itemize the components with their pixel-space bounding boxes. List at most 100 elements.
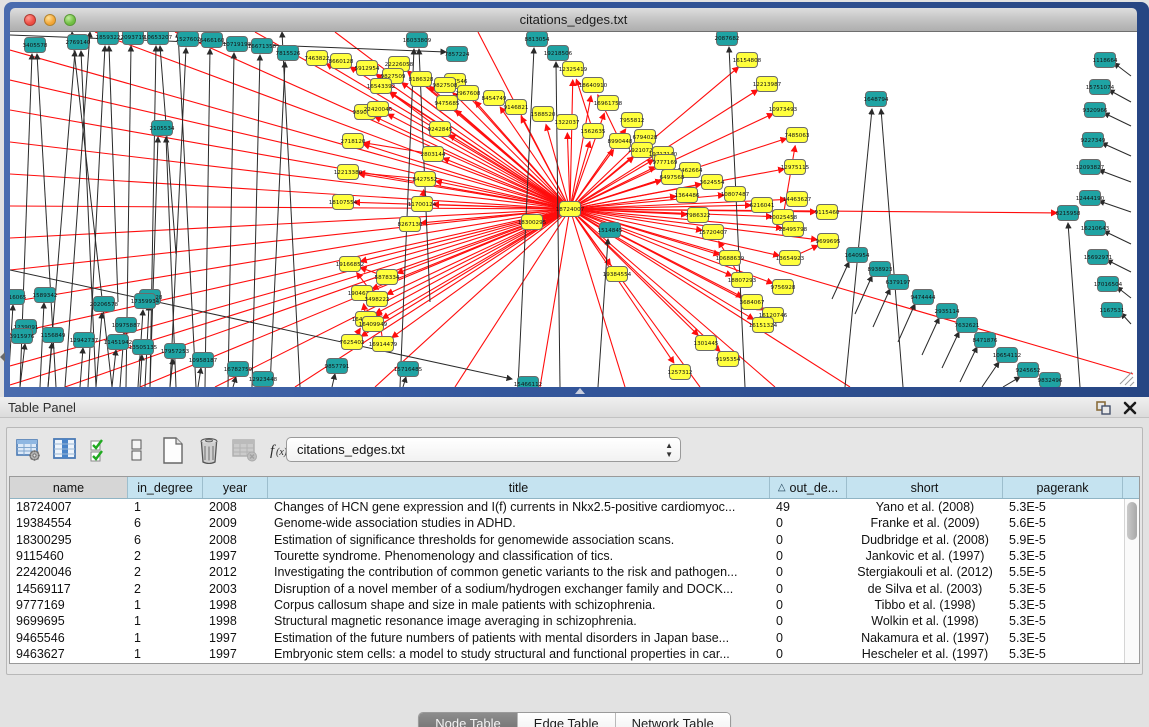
column-header-out_degree[interactable]: △out_de... [770, 477, 847, 498]
graph-node[interactable]: 10958187 [189, 353, 218, 368]
graph-node[interactable]: 12093827 [1076, 160, 1105, 175]
graph-node[interactable]: 1640954 [845, 248, 870, 263]
graph-node[interactable]: 6216041 [750, 198, 775, 213]
tab-edge-table[interactable]: Edge Table [518, 713, 616, 727]
table-row[interactable]: 2242004622012Investigating the contribut… [10, 564, 1124, 580]
graph-node[interactable]: 12923448 [249, 372, 278, 387]
tab-node-table[interactable]: Node Table [419, 713, 518, 727]
graph-node[interactable]: 9195354 [716, 352, 741, 367]
graph-node[interactable]: 16210643 [1081, 221, 1110, 236]
graph-node[interactable]: 9475685 [435, 96, 460, 111]
graph-node[interactable]: 10975887 [112, 318, 141, 333]
graph-node[interactable]: 15720407 [699, 225, 728, 240]
graph-node[interactable]: 9756928 [771, 280, 796, 295]
graph-node[interactable]: 17359934 [131, 294, 160, 309]
network-selector[interactable]: citations_edges.txt ▲▼ [286, 437, 681, 462]
graph-node[interactable]: 2087682 [715, 32, 740, 46]
column-header-pagerank[interactable]: pagerank [1003, 477, 1123, 498]
graph-node[interactable]: 13505135 [129, 340, 158, 355]
unselect-all-button[interactable] [123, 437, 150, 464]
graph-node[interactable]: 1167531 [1100, 303, 1125, 318]
graph-node[interactable]: 2803144 [421, 147, 446, 162]
graph-node[interactable]: 8186328 [409, 72, 434, 87]
graph-node[interactable]: 12213987 [753, 77, 782, 92]
graph-node[interactable]: 3915976 [10, 329, 35, 344]
graph-node[interactable]: 12942737 [70, 333, 99, 348]
graph-node[interactable]: 1514845 [598, 223, 623, 238]
graph-node[interactable]: 3684067 [740, 295, 765, 310]
graph-node[interactable]: 7857224 [445, 47, 470, 62]
table-scrollbar-thumb[interactable] [1127, 502, 1137, 540]
graph-node[interactable]: 8215958 [1056, 206, 1081, 221]
table-row[interactable]: 1872400712008Changes of HCN gene express… [10, 499, 1124, 515]
table-row[interactable]: 1830029562008Estimation of significance … [10, 532, 1124, 548]
graph-node[interactable]: 16154808 [733, 53, 762, 68]
graph-node[interactable]: 19384554 [603, 267, 632, 282]
close-panel-icon[interactable] [1123, 400, 1137, 415]
graph-node[interactable]: 8813054 [525, 32, 550, 47]
graph-node[interactable]: 3405578 [23, 38, 48, 53]
graph-node[interactable]: 18807293 [728, 273, 757, 288]
graph-node[interactable]: 9777169 [653, 155, 678, 170]
graph-node[interactable]: 16543392 [367, 79, 395, 94]
graph-node[interactable]: 13654923 [776, 251, 805, 266]
graph-node[interactable]: 10653207 [144, 32, 173, 45]
collapse-panel-arrow-icon[interactable] [0, 352, 5, 362]
graph-node[interactable]: 10654112 [993, 348, 1021, 363]
table-row[interactable]: 1938455462009Genome-wide association stu… [10, 515, 1124, 531]
graph-node[interactable]: 9242845 [428, 122, 453, 137]
table-row[interactable]: 946362711997Embryonic stem cells: a mode… [10, 646, 1124, 662]
graph-node[interactable]: 1562635 [581, 124, 606, 139]
graph-node[interactable]: 12213380 [334, 165, 363, 180]
graph-node[interactable]: 9227349 [1081, 133, 1106, 148]
column-header-in_degree[interactable]: in_degree [128, 477, 203, 498]
graph-node[interactable]: 16961758 [594, 96, 623, 111]
table-scrollbar[interactable] [1124, 499, 1139, 663]
column-header-short[interactable]: short [847, 477, 1003, 498]
graph-node[interactable]: 19218506 [544, 46, 573, 61]
graph-node[interactable]: 12325419 [559, 62, 588, 77]
graph-node[interactable]: 1118664 [1093, 53, 1118, 68]
table-row[interactable]: 1456911722003Disruption of a novel membe… [10, 580, 1124, 596]
graph-node[interactable]: 3498222 [365, 292, 390, 307]
graph-node[interactable]: 11700124 [408, 197, 437, 212]
graph-node[interactable]: 5912954 [355, 61, 380, 76]
graph-node[interactable]: 9699695 [816, 234, 841, 249]
table-row[interactable]: 977716911998Corpus callosum shape and si… [10, 597, 1124, 613]
graph-node[interactable]: 7986322 [686, 208, 711, 223]
graph-node[interactable]: 1156849 [41, 328, 66, 343]
graph-node[interactable]: 1364486 [675, 188, 700, 203]
graph-node[interactable]: 20206578 [90, 297, 119, 312]
graph-node[interactable]: 18300295 [518, 215, 547, 230]
graph-node[interactable]: 16151324 [749, 318, 778, 333]
graph-node[interactable]: 15751074 [1086, 80, 1115, 95]
graph-node[interactable]: 16033809 [403, 33, 432, 48]
graph-node[interactable]: 7625402 [340, 335, 365, 350]
graph-node[interactable]: 17957253 [161, 344, 190, 359]
tab-network-table[interactable]: Network Table [616, 713, 730, 727]
graph-node[interactable]: 8454749 [482, 91, 507, 106]
graph-node[interactable]: 8660128 [329, 54, 354, 69]
graph-node[interactable]: 1859322 [96, 32, 121, 45]
float-panel-icon[interactable] [1096, 401, 1111, 415]
graph-node[interactable]: 7815526 [276, 46, 301, 61]
delete-table-button[interactable] [231, 437, 258, 464]
graph-node[interactable]: 28495798 [779, 222, 808, 237]
splitter-handle[interactable] [575, 388, 585, 394]
graph-node[interactable]: 7485063 [785, 128, 810, 143]
graph-node[interactable]: 6466160 [200, 33, 225, 48]
graph-node[interactable]: 18640910 [579, 78, 608, 93]
graph-node[interactable]: 7632621 [955, 318, 980, 333]
graph-node[interactable]: 16914479 [369, 337, 398, 352]
graph-node[interactable]: 5878334 [375, 270, 400, 285]
graph-node[interactable]: 2769140 [66, 35, 91, 50]
graph-node[interactable]: 8267130 [398, 217, 423, 232]
graph-node[interactable]: 12975115 [781, 160, 810, 175]
graph-node[interactable]: 12444190 [1076, 191, 1105, 206]
graph-node[interactable]: 16409949 [359, 317, 388, 332]
graph-node[interactable]: 18107554 [329, 195, 358, 210]
graph-node[interactable]: 2718120 [341, 134, 366, 149]
table-row[interactable]: 911546021997Tourette syndrome. Phenomeno… [10, 548, 1124, 564]
column-header-title[interactable]: title [268, 477, 770, 498]
graph-node[interactable]: 22420046 [364, 102, 393, 117]
